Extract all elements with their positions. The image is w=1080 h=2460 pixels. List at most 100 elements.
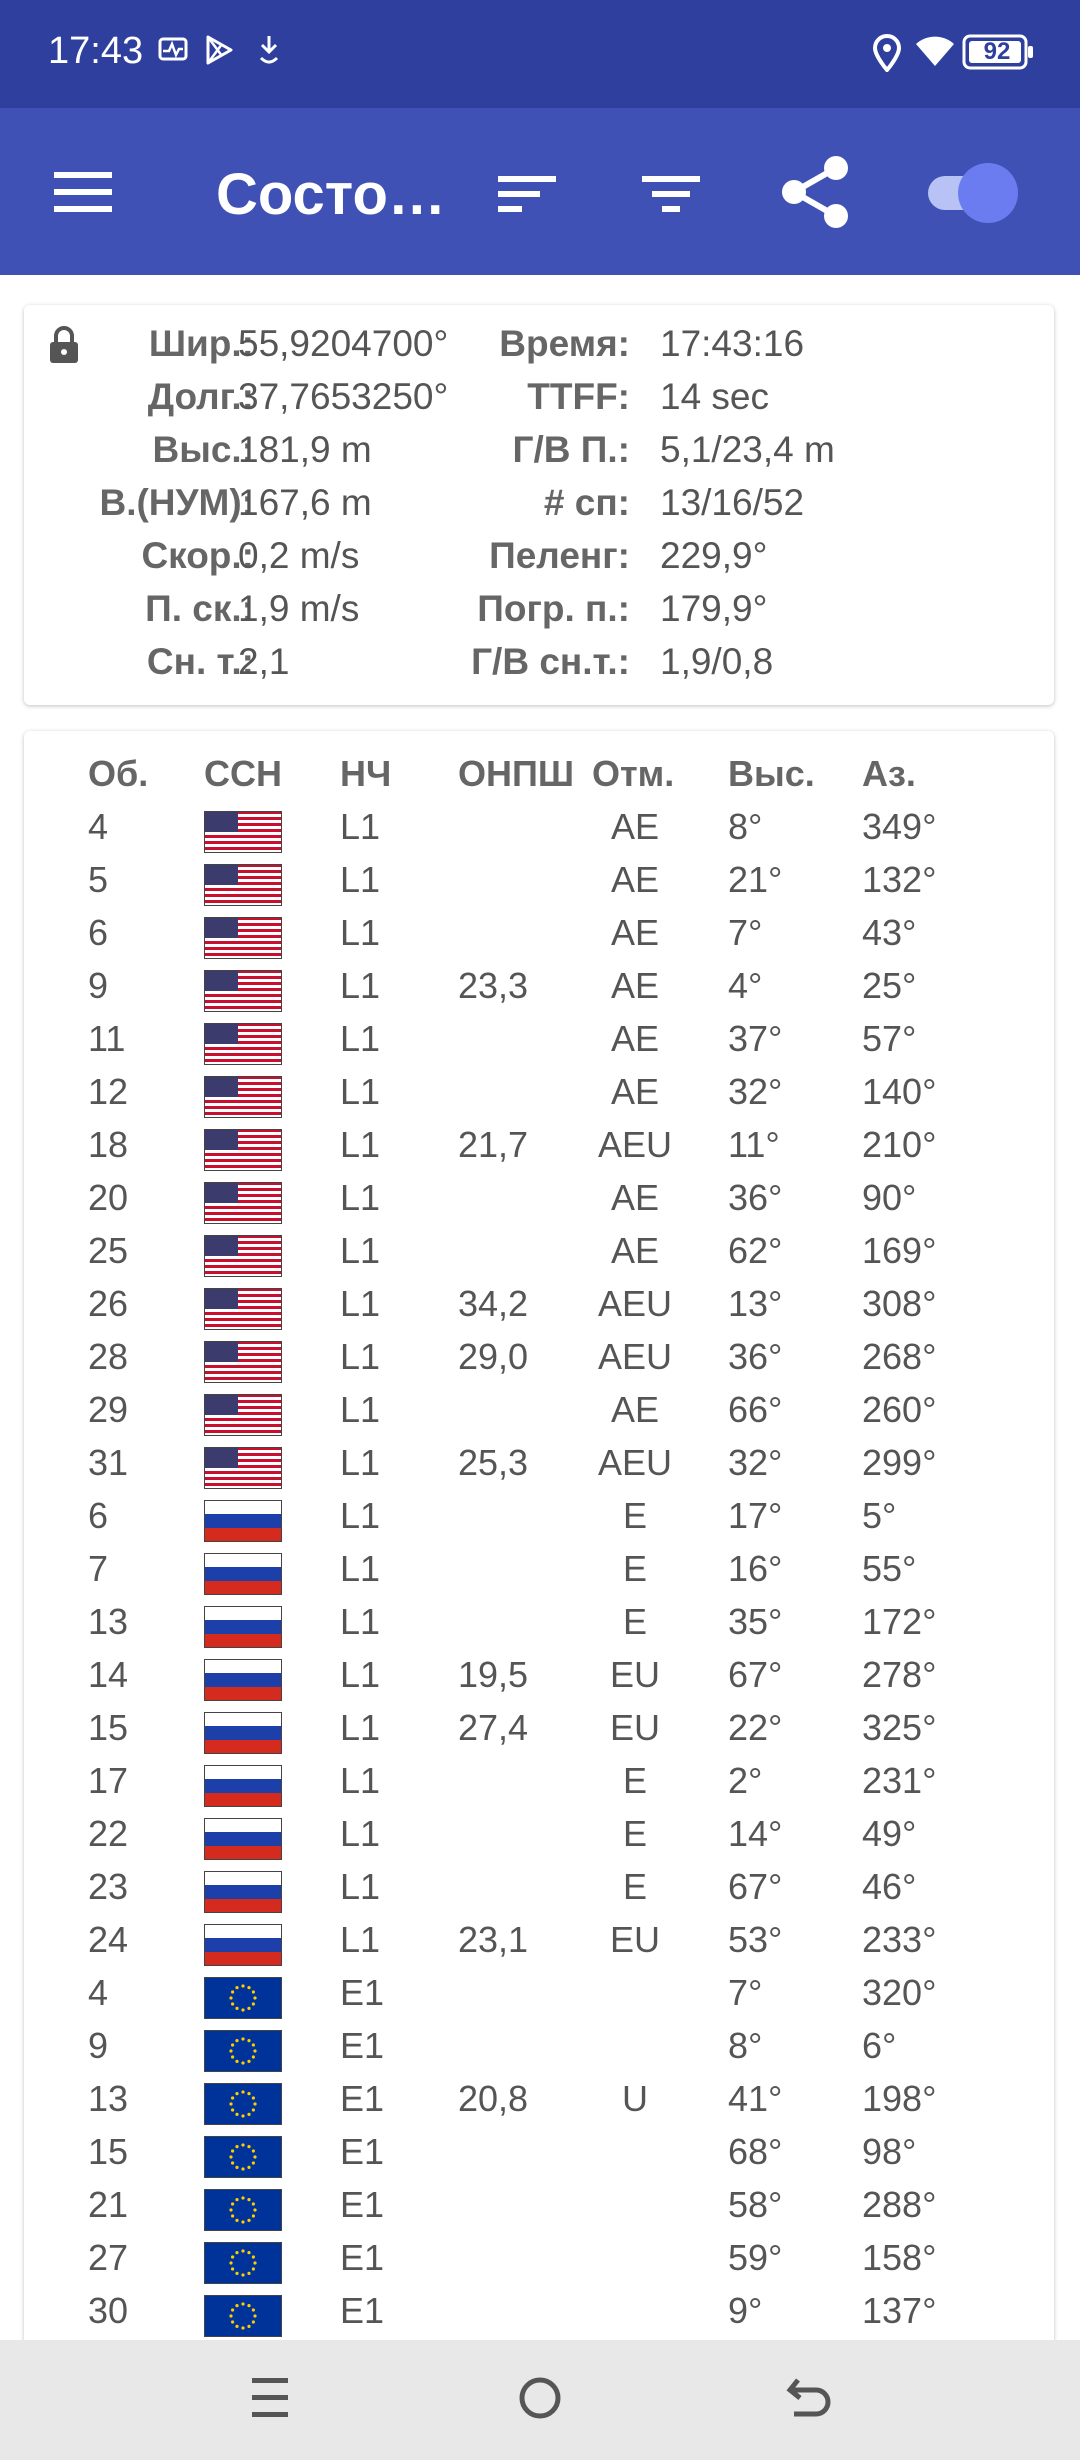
info-value: 2,1: [238, 641, 290, 682]
us-flag-icon: [204, 1288, 282, 1330]
sat-prn: 15: [88, 1707, 129, 1748]
sat-frequency: L1: [340, 806, 381, 847]
table-row[interactable]: 11 L1 AE 37° 57°: [24, 1018, 1054, 1071]
header-freq[interactable]: НЧ: [340, 753, 391, 795]
info-value: 181,9 m: [238, 429, 372, 470]
table-row[interactable]: 27 E1 59° 158°: [24, 2237, 1054, 2290]
info-value: 229,9°: [660, 535, 768, 576]
sat-azimuth: 349°: [862, 806, 937, 847]
sat-elevation: 41°: [728, 2078, 783, 2119]
info-value: 5,1/23,4 m: [660, 429, 835, 470]
sat-flags: U: [622, 2078, 648, 2119]
sat-prn: 4: [88, 1972, 109, 2013]
table-row[interactable]: 4 L1 AE 8° 349°: [24, 806, 1054, 859]
sat-azimuth: 278°: [862, 1654, 937, 1695]
sat-frequency: L1: [340, 1389, 381, 1430]
us-flag-icon: [204, 1394, 282, 1436]
sat-elevation: 2°: [728, 1760, 763, 1801]
sat-prn: 29: [88, 1389, 129, 1430]
sat-azimuth: 137°: [862, 2290, 937, 2331]
table-row[interactable]: 9 E1 8° 6°: [24, 2025, 1054, 2078]
sat-flags: E: [622, 1601, 647, 1642]
table-row[interactable]: 4 E1 7° 320°: [24, 1972, 1054, 2025]
app-bar: Состо…: [0, 108, 1080, 275]
page-title: Состо…: [216, 162, 446, 227]
sat-frequency: L1: [340, 1654, 381, 1695]
sat-prn: 21: [88, 2184, 129, 2225]
table-row[interactable]: 15 E1 68° 98°: [24, 2131, 1054, 2184]
info-value: 55,9204700°: [238, 323, 449, 364]
battery-level: 92: [983, 38, 1011, 65]
table-row[interactable]: 6 L1 AE 7° 43°: [24, 912, 1054, 965]
home-icon[interactable]: [500, 2368, 580, 2432]
table-row[interactable]: 20 L1 AE 36° 90°: [24, 1177, 1054, 1230]
header-elevation[interactable]: Выс.: [728, 753, 815, 795]
sat-frequency: L1: [340, 1336, 381, 1377]
sat-prn: 13: [88, 2078, 129, 2119]
sat-prn: 4: [88, 806, 109, 847]
menu-icon[interactable]: [54, 170, 114, 219]
ru-flag-icon: [204, 1765, 282, 1807]
sat-elevation: 59°: [728, 2237, 783, 2278]
table-row[interactable]: 5 L1 AE 21° 132°: [24, 859, 1054, 912]
sat-elevation: 13°: [728, 1283, 783, 1324]
sat-prn: 9: [88, 2025, 109, 2066]
table-row[interactable]: 12 L1 AE 32° 140°: [24, 1071, 1054, 1124]
info-value: 1,9/0,8: [660, 641, 774, 682]
info-label: Г/В П.:: [512, 429, 630, 470]
table-row[interactable]: 15 L1 27,4 EU 22° 325°: [24, 1707, 1054, 1760]
location-info-card: Шир.: 55,9204700° Время: 17:43:16 Долг.: 37,7…: [24, 305, 1054, 705]
table-row[interactable]: 14 L1 19,5 EU 67° 278°: [24, 1654, 1054, 1707]
sat-prn: 17: [88, 1760, 129, 1801]
sat-azimuth: 158°: [862, 2237, 937, 2278]
navigation-bar: [0, 2340, 1080, 2460]
sat-frequency: L1: [340, 1601, 381, 1642]
us-flag-icon: [204, 864, 282, 906]
toggle-switch[interactable]: [924, 160, 1024, 229]
sat-azimuth: 260°: [862, 1389, 937, 1430]
table-row[interactable]: 13 E1 20,8 U 41° 198°: [24, 2078, 1054, 2131]
share-icon[interactable]: [780, 154, 852, 235]
table-row[interactable]: 26 L1 34,2 AEU 13° 308°: [24, 1283, 1054, 1336]
table-row[interactable]: 23 L1 E 67° 46°: [24, 1866, 1054, 1919]
table-row[interactable]: 28 L1 29,0 AEU 36° 268°: [24, 1336, 1054, 1389]
sat-azimuth: 325°: [862, 1707, 937, 1748]
table-row[interactable]: 18 L1 21,7 AEU 11° 210°: [24, 1124, 1054, 1177]
recents-icon[interactable]: [230, 2368, 310, 2432]
table-row[interactable]: 13 L1 E 35° 172°: [24, 1601, 1054, 1654]
table-row[interactable]: 17 L1 E 2° 231°: [24, 1760, 1054, 1813]
table-row[interactable]: 30 E1 9° 137°: [24, 2290, 1054, 2343]
header-snr[interactable]: ОНПШ: [458, 753, 574, 795]
table-row[interactable]: 21 E1 58° 288°: [24, 2184, 1054, 2237]
sat-flags: EU: [609, 1707, 660, 1748]
table-row[interactable]: 7 L1 E 16° 55°: [24, 1548, 1054, 1601]
sat-azimuth: 198°: [862, 2078, 937, 2119]
eu-flag-icon: [204, 2242, 282, 2284]
sat-azimuth: 308°: [862, 1283, 937, 1324]
sat-frequency: E1: [340, 2078, 385, 2119]
sat-azimuth: 233°: [862, 1919, 937, 1960]
filter-icon[interactable]: [642, 174, 702, 219]
table-row[interactable]: 31 L1 25,3 AEU 32° 299°: [24, 1442, 1054, 1495]
eu-flag-icon: [204, 2030, 282, 2072]
table-row[interactable]: 22 L1 E 14° 49°: [24, 1813, 1054, 1866]
table-row[interactable]: 9 L1 23,3 AE 4° 25°: [24, 965, 1054, 1018]
table-row[interactable]: 29 L1 AE 66° 260°: [24, 1389, 1054, 1442]
ru-flag-icon: [204, 1924, 282, 1966]
sat-azimuth: 288°: [862, 2184, 937, 2225]
sort-icon[interactable]: [498, 174, 558, 219]
header-prn[interactable]: Об.: [88, 753, 148, 795]
info-row: Скор.: 0,2 m/s Пеленг: 229,9°: [24, 535, 1054, 588]
table-row[interactable]: 25 L1 AE 62° 169°: [24, 1230, 1054, 1283]
us-flag-icon: [204, 1235, 282, 1277]
sat-azimuth: 320°: [862, 1972, 937, 2013]
sat-elevation: 53°: [728, 1919, 783, 1960]
eu-flag-icon: [204, 2083, 282, 2125]
header-azimuth[interactable]: Аз.: [862, 753, 916, 795]
sat-elevation: 8°: [728, 806, 763, 847]
table-row[interactable]: 24 L1 23,1 EU 53° 233°: [24, 1919, 1054, 1972]
table-row[interactable]: 6 L1 E 17° 5°: [24, 1495, 1054, 1548]
header-flags[interactable]: Отм.: [592, 753, 698, 795]
header-gnss[interactable]: ССН: [204, 753, 282, 795]
back-icon[interactable]: [770, 2368, 850, 2432]
